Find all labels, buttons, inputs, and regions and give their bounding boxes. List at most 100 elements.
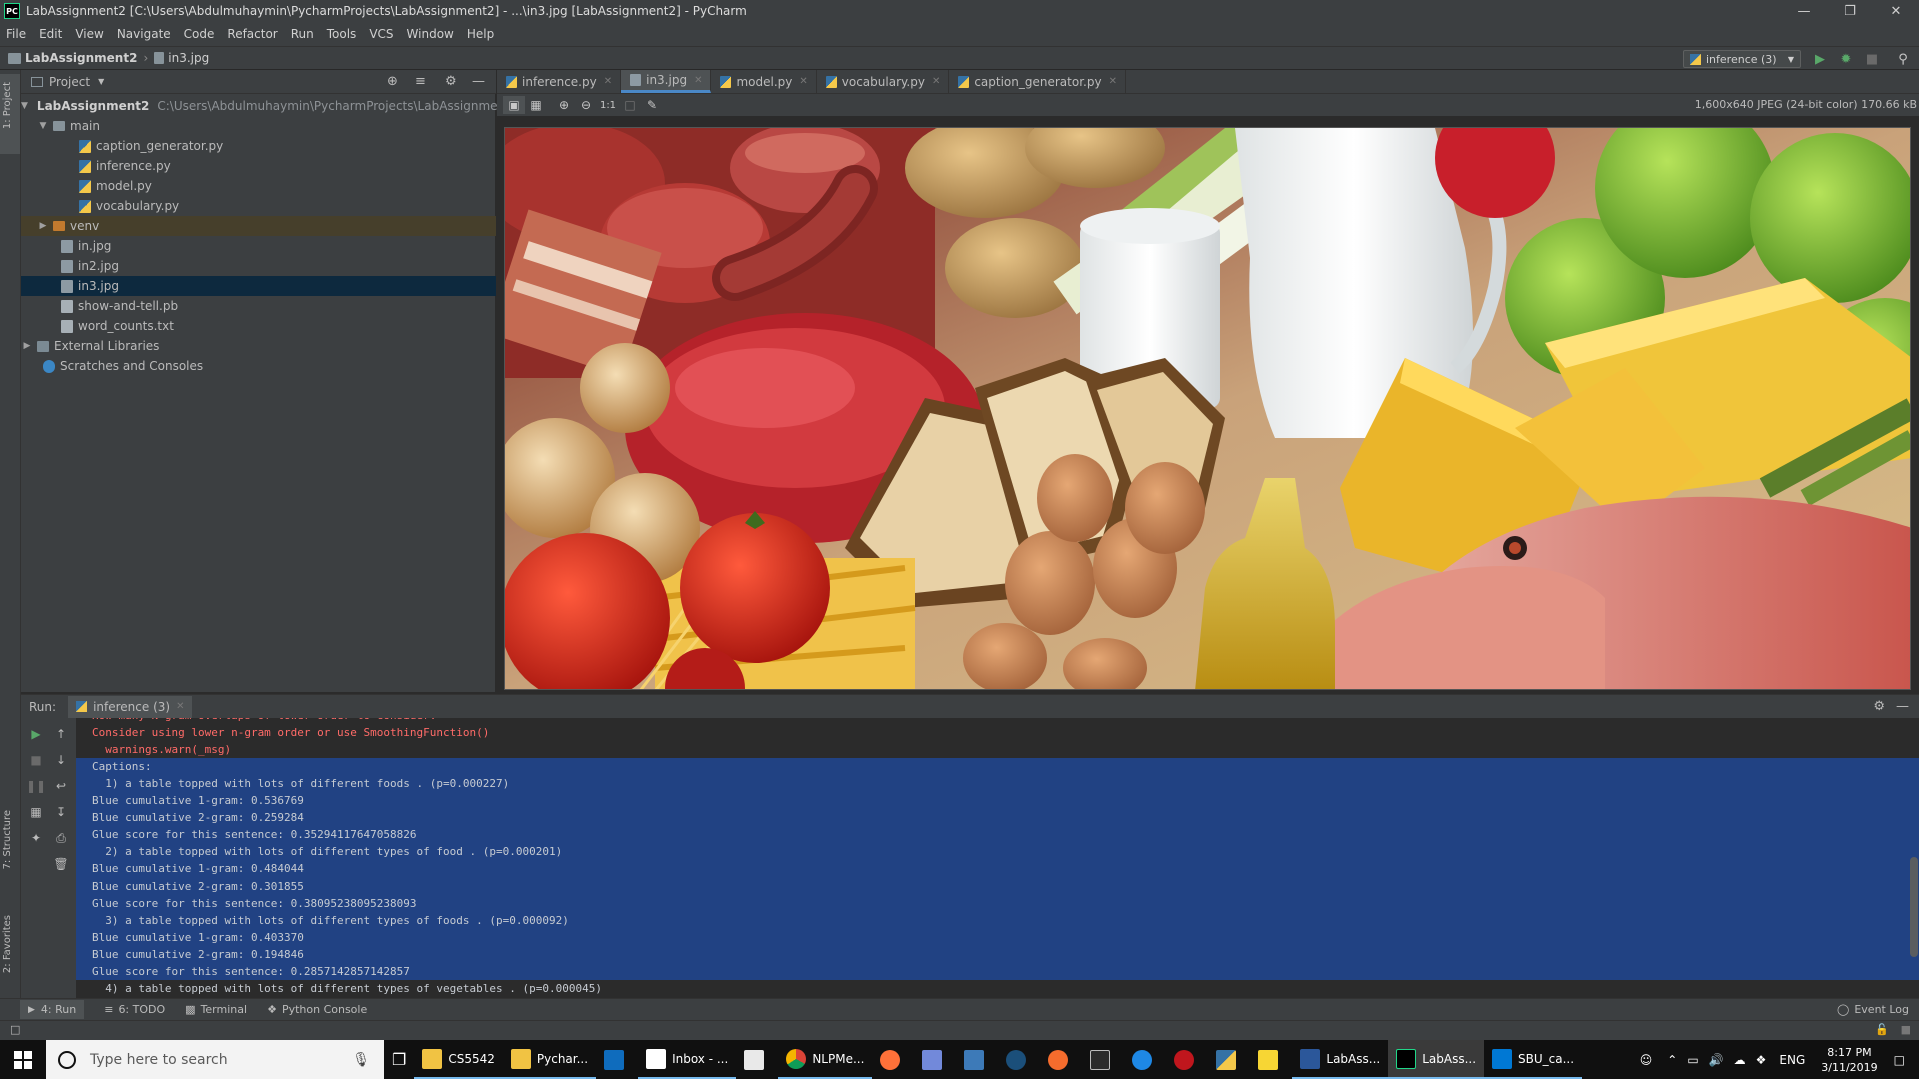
tree-item-in3-jpg[interactable]: in3.jpg xyxy=(21,276,496,296)
tree-item-external-libraries[interactable]: ▶ External Libraries xyxy=(21,336,496,356)
gear-icon[interactable]: ⚙ xyxy=(445,74,457,89)
zoom-in-icon[interactable]: ⊕ xyxy=(553,96,575,114)
tree-item-word-counts[interactable]: word_counts.txt xyxy=(21,316,496,336)
menu-view[interactable]: View xyxy=(75,27,103,41)
tree-item-show-and-tell[interactable]: show-and-tell.pb xyxy=(21,296,496,316)
restore-button[interactable]: ❐ xyxy=(1827,0,1873,22)
taskbar-app-cs5542[interactable]: CS5542 xyxy=(414,1040,503,1079)
clock[interactable]: 8:17 PM 3/11/2019 xyxy=(1821,1045,1877,1075)
menu-navigate[interactable]: Navigate xyxy=(117,27,171,41)
menu-run[interactable]: Run xyxy=(291,27,314,41)
volume-icon[interactable]: 🔊 xyxy=(1709,1053,1724,1067)
tab-caption-generator-py[interactable]: caption_generator.py ✕ xyxy=(949,70,1126,93)
origin-icon[interactable] xyxy=(1040,1040,1082,1079)
close-tab-icon[interactable]: ✕ xyxy=(694,75,702,86)
action-center-icon[interactable]: □ xyxy=(1894,1053,1905,1067)
menu-refactor[interactable]: Refactor xyxy=(227,27,277,41)
breadcrumb-file[interactable]: in3.jpg xyxy=(154,51,209,65)
color-picker-icon[interactable]: ✎ xyxy=(641,96,663,114)
task-view-icon[interactable]: ❐ xyxy=(384,1040,414,1079)
store-icon[interactable] xyxy=(736,1040,778,1079)
minimize-button[interactable]: — xyxy=(1781,0,1827,22)
taskbar-app-inbox[interactable]: Inbox - ... xyxy=(638,1040,737,1079)
tree-item-in-jpg[interactable]: in.jpg xyxy=(21,236,496,256)
favorites-tool-tab[interactable]: 2: Favorites xyxy=(2,915,13,973)
close-tab-icon[interactable]: ✕ xyxy=(799,76,807,87)
menu-code[interactable]: Code xyxy=(184,27,215,41)
fit-zoom-icon[interactable]: □ xyxy=(619,96,641,114)
tool-tab-event-log[interactable]: ◯ Event Log xyxy=(1837,1003,1909,1016)
uplay-icon[interactable] xyxy=(1124,1040,1166,1079)
taskbar-app-vscode[interactable]: SBU_ca... xyxy=(1484,1040,1583,1079)
chevron-down-icon[interactable]: ▼ xyxy=(98,77,104,86)
onedrive-icon[interactable]: ☁ xyxy=(1734,1053,1746,1067)
project-tool-tab[interactable]: 1: Project xyxy=(2,82,13,129)
close-tab-icon[interactable]: ✕ xyxy=(932,76,940,87)
sticky-notes-icon[interactable] xyxy=(1250,1040,1292,1079)
arrow-up-icon[interactable]: ↑ xyxy=(51,724,71,744)
discord-icon[interactable] xyxy=(914,1040,956,1079)
fit-to-window-icon[interactable]: ▣ xyxy=(503,96,525,114)
stop-icon[interactable]: ■ xyxy=(1862,49,1882,69)
print-icon[interactable]: ⎙ xyxy=(51,828,71,848)
tree-item-main[interactable]: ▼ main xyxy=(21,116,496,136)
run-tab-inference[interactable]: inference (3) ✕ xyxy=(68,695,193,718)
trash-icon[interactable]: 🗑 xyxy=(51,854,71,874)
console-scrollbar[interactable] xyxy=(1910,857,1918,957)
tool-tab-terminal[interactable]: ▩ Terminal xyxy=(185,1003,247,1016)
rerun-icon[interactable]: ▶ xyxy=(26,724,46,744)
locate-icon[interactable]: ⊕ xyxy=(387,74,398,89)
pause-icon[interactable]: ❚❚ xyxy=(26,776,46,796)
taskbar-app-word[interactable]: LabAss... xyxy=(1292,1040,1389,1079)
close-button[interactable]: ✕ xyxy=(1873,0,1919,22)
tree-item-inference[interactable]: inference.py xyxy=(21,156,496,176)
menu-vcs[interactable]: VCS xyxy=(369,27,393,41)
hide-panel-icon[interactable]: — xyxy=(1896,699,1909,714)
status-toggle-icon[interactable]: □ xyxy=(10,1023,20,1036)
game-launcher-icon[interactable] xyxy=(1166,1040,1208,1079)
search-everywhere-icon[interactable]: ⚲ xyxy=(1893,49,1913,69)
hide-panel-icon[interactable]: — xyxy=(472,74,485,89)
scroll-to-end-icon[interactable]: ↧ xyxy=(51,802,71,822)
steam-icon[interactable] xyxy=(998,1040,1040,1079)
tree-item-venv[interactable]: ▶ venv xyxy=(21,216,496,236)
network-icon[interactable]: ▭ xyxy=(1687,1053,1698,1067)
taskbar-app-chrome[interactable]: NLPMe... xyxy=(778,1040,873,1079)
menu-tools[interactable]: Tools xyxy=(327,27,357,41)
tool-tab-run[interactable]: ▶ 4: Run xyxy=(20,1000,85,1019)
people-icon[interactable]: ☺ xyxy=(1640,1053,1653,1067)
taskbar-search-box[interactable]: Type here to search 🎙 xyxy=(46,1040,384,1079)
breadcrumb-project[interactable]: LabAssignment2 xyxy=(8,51,137,65)
notification-icon[interactable]: ■ xyxy=(1901,1023,1911,1036)
stop-icon[interactable]: ■ xyxy=(26,750,46,770)
tree-item-caption-generator[interactable]: caption_generator.py xyxy=(21,136,496,156)
debug-icon[interactable]: ✹ xyxy=(1836,49,1856,69)
epic-games-icon[interactable] xyxy=(1082,1040,1124,1079)
menu-window[interactable]: Window xyxy=(407,27,454,41)
tool-tab-python-console[interactable]: ❖ Python Console xyxy=(267,1003,367,1016)
layout-icon[interactable]: ▦ xyxy=(26,802,46,822)
tree-root[interactable]: ▼ LabAssignment2 C:\Users\Abdulmuhaymin\… xyxy=(21,96,517,116)
structure-tool-tab[interactable]: 7: Structure xyxy=(2,810,13,869)
close-tab-icon[interactable]: ✕ xyxy=(1109,76,1117,87)
tree-item-model[interactable]: model.py xyxy=(21,176,496,196)
zoom-out-icon[interactable]: ⊖ xyxy=(575,96,597,114)
gear-icon[interactable]: ⚙ xyxy=(1873,699,1885,714)
tab-vocabulary-py[interactable]: vocabulary.py ✕ xyxy=(817,70,950,93)
tree-item-scratches[interactable]: Scratches and Consoles xyxy=(21,356,496,376)
close-tab-icon[interactable]: ✕ xyxy=(176,701,184,712)
tab-model-py[interactable]: model.py ✕ xyxy=(711,70,817,93)
chevron-up-icon[interactable]: ⌃ xyxy=(1667,1053,1677,1067)
microphone-icon[interactable]: 🎙 xyxy=(352,1052,370,1068)
pin-icon[interactable]: ✦ xyxy=(26,828,46,848)
grid-icon[interactable]: ▦ xyxy=(525,96,547,114)
actual-size-button[interactable]: 1:1 xyxy=(597,96,619,114)
tree-item-in2-jpg[interactable]: in2.jpg xyxy=(21,256,496,276)
language-indicator[interactable]: ENG xyxy=(1779,1053,1805,1067)
visual-studio-installer-icon[interactable] xyxy=(956,1040,998,1079)
menu-help[interactable]: Help xyxy=(467,27,494,41)
taskbar-app-pycharm[interactable]: LabAss... xyxy=(1388,1040,1485,1079)
close-tab-icon[interactable]: ✕ xyxy=(604,76,612,87)
soft-wrap-icon[interactable]: ↩ xyxy=(51,776,71,796)
tab-inference-py[interactable]: inference.py ✕ xyxy=(497,70,622,93)
